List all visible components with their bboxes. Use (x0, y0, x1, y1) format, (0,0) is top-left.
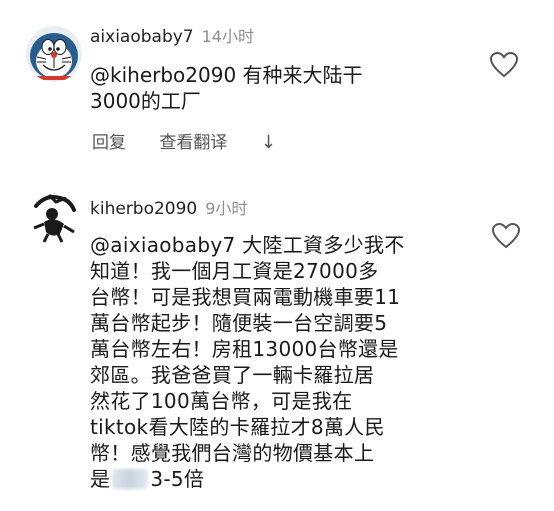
heart-outline-icon[interactable] (490, 52, 518, 78)
redacted-blur (112, 469, 149, 489)
username[interactable]: aixiaobaby7 (90, 27, 194, 47)
comment-header: aixiaobaby7 14小时 (90, 26, 254, 48)
username[interactable]: kiherbo2090 (90, 199, 197, 219)
timestamp: 14小时 (201, 27, 254, 46)
comment-text-line: 幣！感覺我們台灣的物價基本上 (90, 441, 375, 465)
comment-text-line: 萬台幣左右！房租13000台幣還是 (90, 337, 399, 361)
comment-text-line: @kiherbo2090 有种来大陆干 (90, 63, 363, 87)
comment-text-prefix: 是 (90, 467, 111, 491)
comment-text: @aixiaobaby7 大陸工資多少我不 知道！我一個月工資是27000多 台… (90, 232, 405, 492)
comment-text: @kiherbo2090 有种来大陆干 3000的工厂 (90, 62, 363, 114)
comment-text-line: @aixiaobaby7 大陸工資多少我不 (90, 233, 405, 257)
comment-text-line: 郊區。我爸爸買了一輛卡羅拉居 (90, 363, 375, 387)
comment-text-line: 3000的工厂 (90, 89, 201, 113)
reply-button[interactable]: 回复 (92, 128, 126, 153)
comment-text-line: 萬台幣起步！隨便裝一台空調要5 (90, 311, 388, 335)
comment-header: kiherbo2090 9小时 (90, 198, 247, 220)
comment-text-line: 然花了100萬台幣，可是我在 (90, 389, 353, 413)
comment-aixiaobaby7: aixiaobaby7 14小时 @kiherbo2090 有种来大陆干 3000… (0, 0, 554, 170)
timestamp: 9小时 (205, 199, 248, 218)
comment-text-line: tiktok看大陸的卡羅拉才8萬人民 (90, 415, 385, 439)
arrow-down-icon[interactable]: ↓ (261, 132, 276, 153)
comment-text-line-last: 是 3-5倍 (90, 466, 405, 492)
doraemon-avatar-icon (26, 26, 82, 82)
avatar[interactable] (26, 26, 82, 82)
ink-sketch-avatar-icon (26, 188, 82, 244)
comment-text-line: 台幣！可是我想買兩電動機車要11 (90, 285, 401, 309)
avatar[interactable] (26, 188, 82, 244)
see-translation-button[interactable]: 查看翻译 (159, 128, 227, 153)
comment-actions: 回复 查看翻译 ↓ (92, 128, 304, 153)
comment-text-line: 知道！我一個月工資是27000多 (90, 259, 379, 283)
comment-text-suffix: 3-5倍 (150, 467, 205, 491)
heart-outline-icon[interactable] (492, 223, 520, 249)
